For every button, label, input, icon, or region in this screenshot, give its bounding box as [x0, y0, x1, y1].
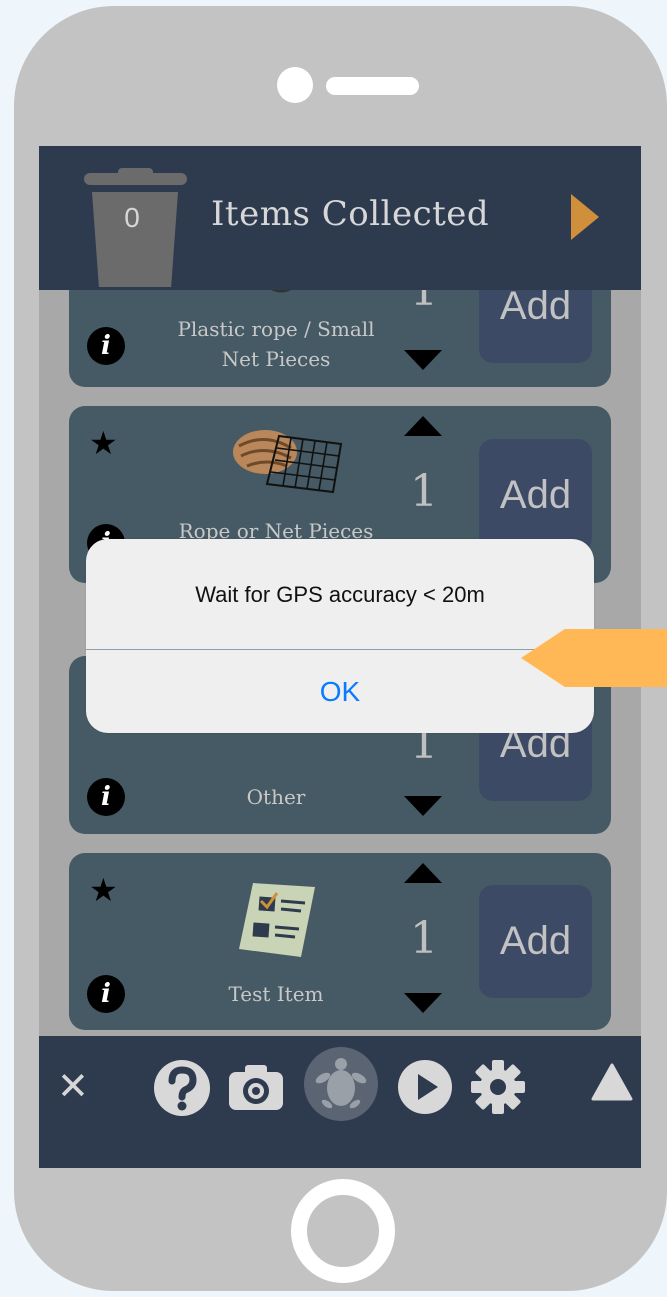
home-button[interactable]: [291, 1179, 395, 1283]
play-icon[interactable]: [397, 1059, 453, 1115]
decrement-arrow-icon[interactable]: [404, 796, 442, 816]
test-item-document-icon: [239, 883, 315, 957]
header-bar: 0 Items Collected: [39, 146, 641, 290]
item-name: Test Item: [228, 982, 324, 1006]
help-icon[interactable]: [153, 1059, 211, 1117]
expand-up-icon[interactable]: [591, 1063, 633, 1101]
favorite-star-icon[interactable]: ★: [89, 871, 118, 909]
quantity-value: 1: [410, 466, 438, 517]
gps-alert-dialog: Wait for GPS accuracy < 20m OK: [86, 539, 594, 733]
ok-button[interactable]: OK: [86, 650, 594, 733]
speaker-grille: [326, 77, 419, 95]
add-button[interactable]: Add: [479, 439, 592, 552]
decrement-arrow-icon[interactable]: [404, 350, 442, 370]
close-icon[interactable]: ✕: [57, 1064, 89, 1108]
trash-bin-icon-lid: [84, 173, 187, 185]
items-count: 0: [124, 202, 140, 233]
item-name: Plastic rope / Small Net Pieces: [177, 317, 375, 371]
increment-arrow-icon[interactable]: [404, 416, 442, 436]
item-name: Other: [246, 785, 306, 809]
info-icon[interactable]: i: [87, 327, 125, 365]
info-icon[interactable]: i: [87, 778, 125, 816]
increment-arrow-icon[interactable]: [404, 863, 442, 883]
page-title: Items Collected: [211, 194, 490, 234]
dialog-message: Wait for GPS accuracy < 20m: [195, 582, 485, 607]
favorite-star-icon[interactable]: ★: [89, 424, 118, 462]
gear-icon[interactable]: [469, 1058, 527, 1116]
list-item: ★ i Test Item 1 Add: [69, 853, 611, 1030]
quantity-value: 1: [410, 913, 438, 964]
rope-net-icon: [233, 430, 343, 494]
front-camera: [277, 67, 313, 103]
decrement-arrow-icon[interactable]: [404, 993, 442, 1013]
info-icon[interactable]: i: [87, 975, 125, 1013]
add-button[interactable]: Add: [479, 885, 592, 998]
next-arrow-icon[interactable]: [571, 194, 599, 240]
turtle-icon[interactable]: [303, 1046, 379, 1122]
camera-icon[interactable]: [227, 1062, 285, 1112]
bottom-toolbar: ✕: [39, 1036, 641, 1168]
